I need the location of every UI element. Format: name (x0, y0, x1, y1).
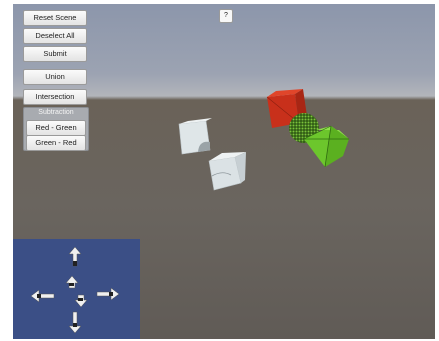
intersection-button[interactable]: Intersection (23, 89, 87, 105)
help-button[interactable]: ? (219, 9, 233, 23)
arrow-right-icon[interactable] (96, 287, 120, 301)
reset-scene-button[interactable]: Reset Scene (23, 10, 87, 26)
red-minus-green-button[interactable]: Red - Green (26, 120, 86, 136)
green-minus-red-button[interactable]: Green - Red (26, 135, 86, 151)
arrow-up-icon[interactable] (68, 246, 82, 267)
submit-button[interactable]: Submit (23, 46, 87, 62)
camera-controls-svg (30, 246, 120, 334)
white-shape-1[interactable] (178, 118, 212, 155)
app-window: Reset Scene Deselect All Submit Union In… (0, 0, 439, 341)
deselect-all-button[interactable]: Deselect All (23, 28, 87, 44)
union-button[interactable]: Union (23, 69, 87, 85)
subtraction-title: Subtraction (38, 109, 74, 116)
camera-control-panel[interactable] (13, 239, 140, 339)
camera-down-icon[interactable] (74, 294, 88, 308)
camera-up-icon[interactable] (65, 275, 79, 289)
arrow-left-icon[interactable] (30, 289, 55, 303)
white-shape-2[interactable] (208, 152, 246, 191)
subtraction-panel: Subtraction Red - Green Green - Red (23, 107, 89, 151)
arrow-down-icon[interactable] (68, 311, 82, 334)
3d-viewport[interactable]: Reset Scene Deselect All Submit Union In… (13, 4, 435, 339)
